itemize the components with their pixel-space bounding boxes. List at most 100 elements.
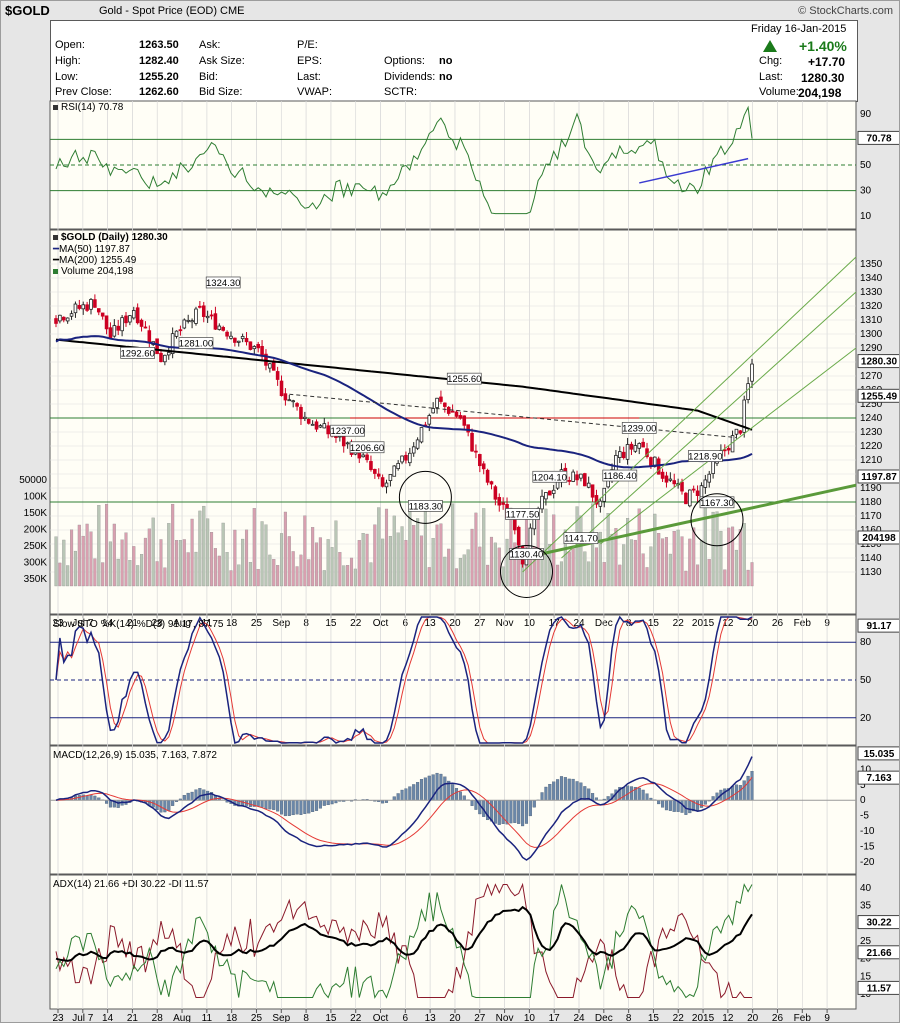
candle-body (548, 490, 552, 496)
candle-body (73, 303, 78, 314)
candle-body (221, 327, 225, 331)
x-axis-label: 2015 (692, 1013, 715, 1022)
macd-histogram-bar (696, 800, 700, 811)
candle-body (388, 474, 393, 482)
candle-body (481, 463, 486, 470)
macd-histogram-bar (93, 795, 97, 801)
macd-histogram-bar (575, 781, 579, 801)
ma200-legend: ━MA(200) 1255.49 (53, 255, 137, 266)
volume-bar (447, 548, 451, 587)
macd-histogram-bar (540, 792, 544, 801)
candle-body (485, 469, 490, 483)
macd-histogram-bar (738, 785, 742, 801)
volume-bar (587, 561, 591, 587)
macd-histogram-bar (260, 800, 264, 808)
candle-body (283, 393, 288, 401)
macd-histogram-bar (283, 800, 287, 817)
sto-legend-text: Slow STO %K(14) %D(3) 91.17, 87.75 (53, 619, 224, 630)
candle-body (166, 352, 171, 356)
candle-body (155, 338, 159, 355)
macd-histogram-bar (276, 800, 280, 812)
adx-tick-label: 35 (860, 901, 872, 912)
volume-bar (427, 567, 431, 587)
candle-body (236, 340, 241, 343)
annotation-label: 1239.00 (622, 423, 656, 434)
price-tick-label: 1270 (860, 371, 883, 382)
volume-bar (419, 535, 424, 587)
x-axis-label: Jul 7 (72, 1013, 94, 1022)
candle-body (163, 354, 167, 363)
volume-bar (248, 562, 252, 587)
macd-histogram-bar (688, 800, 692, 814)
volume-bar (676, 529, 680, 587)
volume-bar (381, 538, 385, 587)
adx-tick-label: 15 (860, 971, 872, 982)
x-axis-label: 21 (127, 1013, 139, 1022)
volume-bar (567, 551, 571, 587)
volume-bar (462, 554, 466, 587)
volume-bar (194, 551, 198, 587)
price-legend-title: $GOLD (Daily) 1280.30 (53, 232, 168, 243)
candle-body (474, 450, 478, 453)
candle-body (637, 443, 642, 449)
volume-bar (637, 508, 641, 587)
candle-body (567, 480, 572, 482)
candle-body (590, 484, 595, 498)
volume-bar (377, 507, 381, 587)
volume-bar (408, 502, 412, 587)
macd-histogram-bar (563, 777, 567, 801)
candle-body (707, 473, 712, 483)
volume-bar (384, 508, 389, 587)
annotation-label: 1186.40 (603, 471, 637, 482)
x-axis-label: 26 (772, 1013, 784, 1022)
candle-body (61, 316, 66, 321)
macd-histogram-bar (462, 795, 466, 801)
annotation-label: 1281.00 (179, 339, 213, 350)
x-axis-label: 10 (524, 1013, 536, 1022)
candle-body (404, 454, 408, 461)
candle-body (345, 442, 350, 445)
macd-histogram-bar (579, 782, 583, 801)
macd-histogram-bar (182, 795, 186, 801)
volume-bar (73, 550, 77, 587)
macd-histogram-bar (307, 800, 311, 814)
ma50-legend: ━MA(50) 1197.87 (53, 244, 130, 255)
candle-body (252, 346, 257, 350)
macd-histogram-bar (567, 778, 571, 801)
volume-bar (342, 565, 346, 587)
macd-legend-text: MACD(12,26,9) 15.035, 7.163, 7.872 (53, 750, 217, 761)
candle-body (318, 425, 323, 428)
volume-bar (136, 565, 140, 587)
candle-body (419, 427, 424, 443)
macd-histogram-bar (544, 786, 548, 801)
candle-body (135, 307, 140, 324)
volume-bar (416, 518, 420, 587)
macd-tick-label: -20 (860, 857, 875, 868)
candle-body (408, 452, 412, 464)
candle-body (726, 448, 731, 451)
volume-bar (276, 565, 280, 587)
volume-bar (58, 562, 62, 587)
candle-body (454, 411, 459, 417)
volume-bar (715, 511, 719, 587)
volume-bar (629, 539, 634, 587)
macd-histogram-bar (451, 784, 455, 801)
volume-bar (672, 530, 676, 587)
candle-body (244, 338, 249, 343)
candle-body (322, 423, 327, 429)
volume-bar (688, 538, 692, 587)
candle-body (310, 423, 315, 426)
macd-histogram-bar (661, 800, 665, 808)
adx-mdi-tag: 11.57 (867, 983, 892, 994)
x-axis-label: 13 (425, 1013, 437, 1022)
volume-bar (291, 551, 295, 587)
volume-bar (89, 531, 93, 587)
volume-bar (97, 505, 101, 587)
macd-histogram-bar (454, 788, 459, 801)
price-tick-label: 1190 (860, 483, 882, 494)
volume-bar (486, 564, 490, 587)
candle-body (458, 415, 463, 419)
volume-legend-text: Volume 204,198 (61, 266, 134, 277)
candle-body (96, 308, 101, 313)
volume-bar (746, 569, 750, 587)
